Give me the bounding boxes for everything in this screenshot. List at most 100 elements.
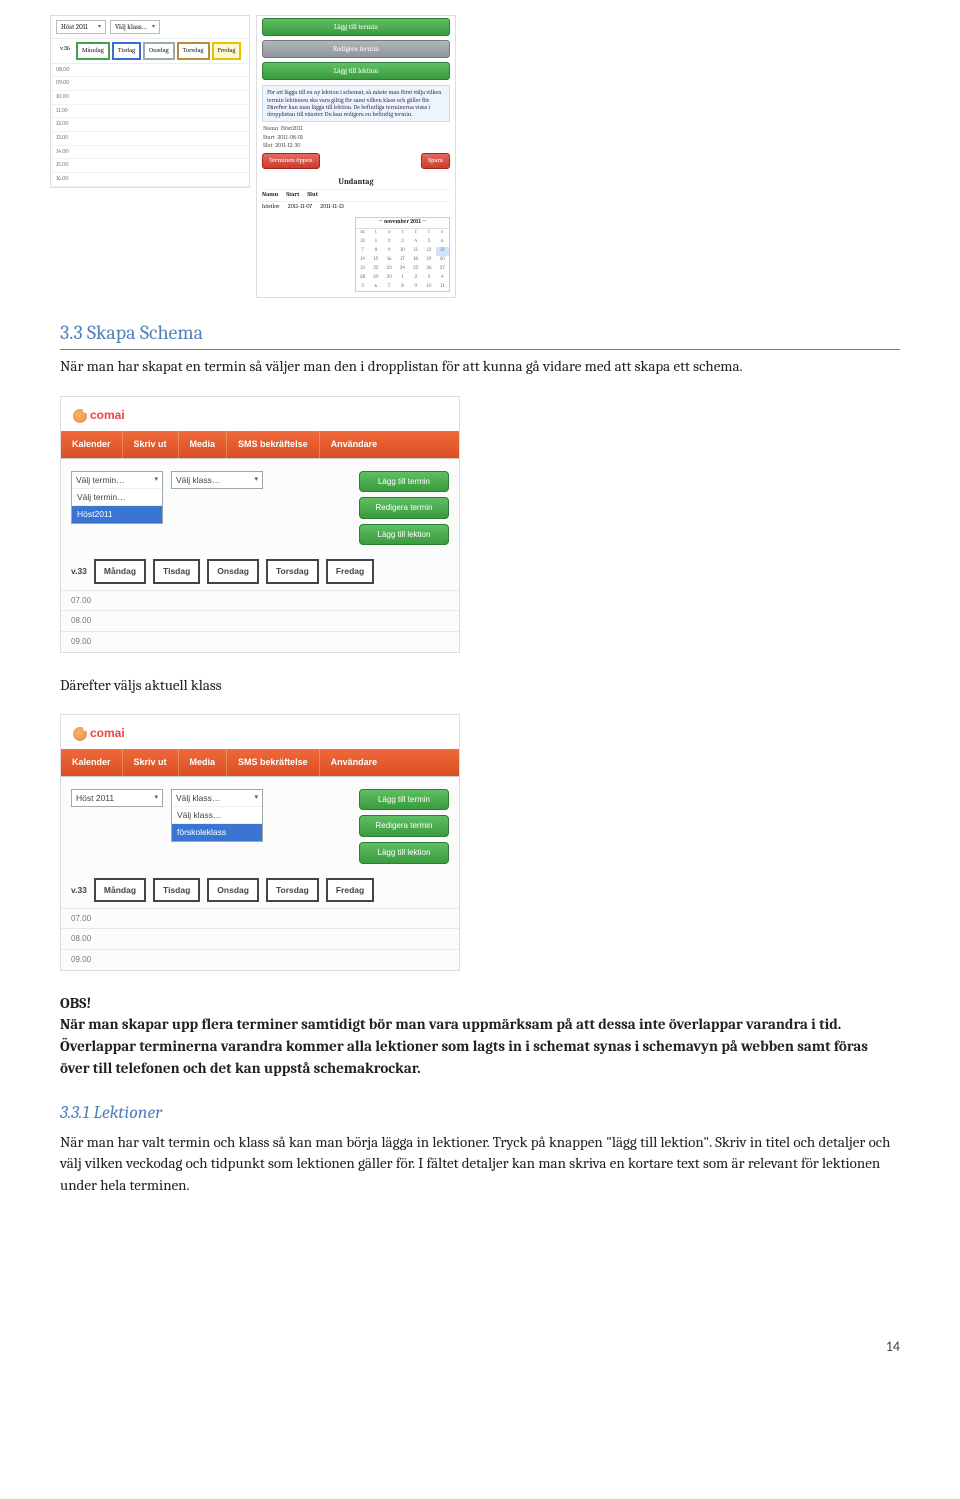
select-term-option[interactable]: Höst2011	[72, 505, 162, 522]
term-start-row: Start 2011-08-01	[257, 134, 455, 142]
add-term-button[interactable]: Lägg till termin	[262, 18, 450, 36]
brand-logo: comai	[73, 407, 447, 424]
day-tab-wed[interactable]: Onsdag	[207, 878, 259, 902]
day-tab-wed[interactable]: Onsdag	[207, 559, 259, 583]
chevron-down-icon: ▾	[254, 475, 258, 485]
day-tab-tue[interactable]: Tisdag	[112, 42, 141, 59]
save-button[interactable]: Spara	[421, 153, 450, 168]
term-end-row: Slut 2011-12-30	[257, 142, 455, 150]
info-note: För att lägga till en ny lektion i schem…	[262, 85, 450, 122]
main-nav: Kalender Skriv ut Media SMS bekräftelse …	[61, 749, 459, 776]
heading-3-3-1: 3.3.1 Lektioner	[60, 1100, 900, 1126]
exc-hdr-name: Namn	[262, 191, 278, 200]
term-end-label: Slut	[263, 142, 273, 149]
time-row: 10.00	[51, 91, 249, 105]
nav-sms[interactable]: SMS bekräftelse	[226, 749, 319, 776]
edit-term-button[interactable]: Redigera termin	[359, 815, 449, 837]
nav-skriv-ut[interactable]: Skriv ut	[122, 749, 178, 776]
term-start-value: 2011-08-01	[277, 134, 303, 141]
exc-hdr-end: Slut	[307, 191, 318, 200]
add-lesson-button[interactable]: Lägg till lektion	[359, 524, 449, 546]
nav-kalender[interactable]: Kalender	[61, 431, 122, 458]
add-term-button[interactable]: Lägg till termin	[359, 471, 449, 493]
nav-anvandare[interactable]: Användare	[319, 749, 389, 776]
time-row: 11.00	[51, 105, 249, 119]
paragraph-3-3: När man har skapat en termin så väljer m…	[60, 356, 900, 378]
term-name-value: Höst2011	[281, 125, 303, 132]
day-tab-thu[interactable]: Torsdag	[266, 878, 319, 902]
obs-label: OBS!	[60, 994, 91, 1012]
select-class[interactable]: Välj klass… ▾	[171, 471, 263, 489]
day-tab-thu[interactable]: Torsdag	[177, 42, 210, 59]
term-end-value: 2011-12-30	[275, 142, 300, 149]
select-class-tiny[interactable]: Välj klass… ▾	[110, 20, 160, 34]
heading-3-3: 3.3 Skapa Schema	[60, 318, 900, 350]
select-class-option[interactable]: Välj klass…	[172, 806, 262, 823]
day-tab-tue[interactable]: Tisdag	[153, 559, 200, 583]
time-row: 13.00	[51, 132, 249, 146]
select-term-value: Höst 2011	[76, 792, 114, 804]
logo-icon	[73, 727, 87, 741]
screenshot-choose-term: comai Kalender Skriv ut Media SMS bekräf…	[60, 396, 460, 652]
term-start-label: Start	[263, 134, 275, 141]
chevron-down-icon: ▾	[98, 23, 101, 32]
day-tab-mon[interactable]: Måndag	[94, 559, 146, 583]
day-tab-wed[interactable]: Onsdag	[143, 42, 175, 59]
exceptions-title: Undantag	[257, 176, 455, 188]
day-tab-fri[interactable]: Fredag	[326, 878, 374, 902]
exc-row-name: höstlov	[262, 203, 280, 212]
nav-media[interactable]: Media	[178, 749, 227, 776]
exc-row-start: 2011-11-07	[288, 203, 313, 212]
week-label: v.33	[71, 884, 87, 896]
day-tab-tue[interactable]: Tisdag	[153, 878, 200, 902]
week-label: v.33	[71, 565, 87, 577]
chevron-down-icon: ▾	[154, 793, 158, 803]
day-tab-fri[interactable]: Fredag	[326, 559, 374, 583]
brand-logo: comai	[73, 725, 447, 742]
select-term-option[interactable]: Välj termin…	[72, 488, 162, 505]
logo-icon	[73, 409, 87, 423]
select-term[interactable]: Välj termin… ▾ Välj termin… Höst2011	[71, 471, 163, 524]
week-label: v.36	[56, 42, 74, 59]
select-term-tiny[interactable]: Höst 2011 ▾	[56, 20, 106, 34]
day-tab-fri[interactable]: Fredag	[212, 42, 242, 59]
chevron-down-icon: ▾	[254, 793, 258, 803]
term-name-label: Namn	[263, 125, 278, 132]
time-row: 09.00	[51, 77, 249, 91]
nav-anvandare[interactable]: Användare	[319, 431, 389, 458]
time-row: 15.00	[51, 159, 249, 173]
nav-kalender[interactable]: Kalender	[61, 749, 122, 776]
chevron-down-icon: ▾	[154, 475, 158, 485]
select-term[interactable]: Höst 2011 ▾	[71, 789, 163, 807]
mini-calendar[interactable]: ← november 2011 → mtotfls 31123456 78910…	[355, 217, 450, 293]
brand-name: comai	[90, 725, 125, 742]
time-row: 08.00	[61, 928, 459, 949]
select-term-value: Välj termin…	[76, 474, 125, 486]
main-nav: Kalender Skriv ut Media SMS bekräftelse …	[61, 431, 459, 458]
edit-term-button[interactable]: Redigera termin	[262, 40, 450, 58]
screenshot-schema-overview: Höst 2011 ▾ Välj klass… ▾ v.36 Måndag Ti…	[50, 15, 900, 298]
select-class-value: Välj klass…	[176, 792, 220, 804]
select-class-option[interactable]: förskoleklass	[172, 823, 262, 840]
add-lesson-button[interactable]: Lägg till lektion	[262, 62, 450, 80]
select-class[interactable]: Välj klass… ▾ Välj klass… förskoleklass	[171, 789, 263, 842]
paragraph-3-3-1: När man har valt termin och klass så kan…	[60, 1132, 900, 1197]
edit-term-button[interactable]: Redigera termin	[359, 497, 449, 519]
chevron-down-icon: ▾	[152, 23, 155, 32]
day-tab-mon[interactable]: Måndag	[94, 878, 146, 902]
time-row: 14.00	[51, 146, 249, 160]
add-lesson-button[interactable]: Lägg till lektion	[359, 842, 449, 864]
day-tab-thu[interactable]: Torsdag	[266, 559, 319, 583]
add-term-button[interactable]: Lägg till termin	[359, 789, 449, 811]
page-number: 14	[60, 1337, 900, 1357]
nav-media[interactable]: Media	[178, 431, 227, 458]
time-row: 09.00	[61, 949, 459, 970]
term-detail-panel: Lägg till termin Redigera termin Lägg ti…	[256, 15, 456, 298]
day-tab-mon[interactable]: Måndag	[76, 42, 110, 59]
obs-text: När man skapar upp flera terminer samtid…	[60, 1015, 868, 1077]
term-open-toggle[interactable]: Terminen öppen	[262, 153, 320, 168]
nav-skriv-ut[interactable]: Skriv ut	[122, 431, 178, 458]
nav-sms[interactable]: SMS bekräftelse	[226, 431, 319, 458]
time-grid: 08.00 09.00 10.00 11.00 12.00 13.00 14.0…	[51, 63, 249, 187]
select-class-value: Välj klass…	[176, 474, 220, 486]
